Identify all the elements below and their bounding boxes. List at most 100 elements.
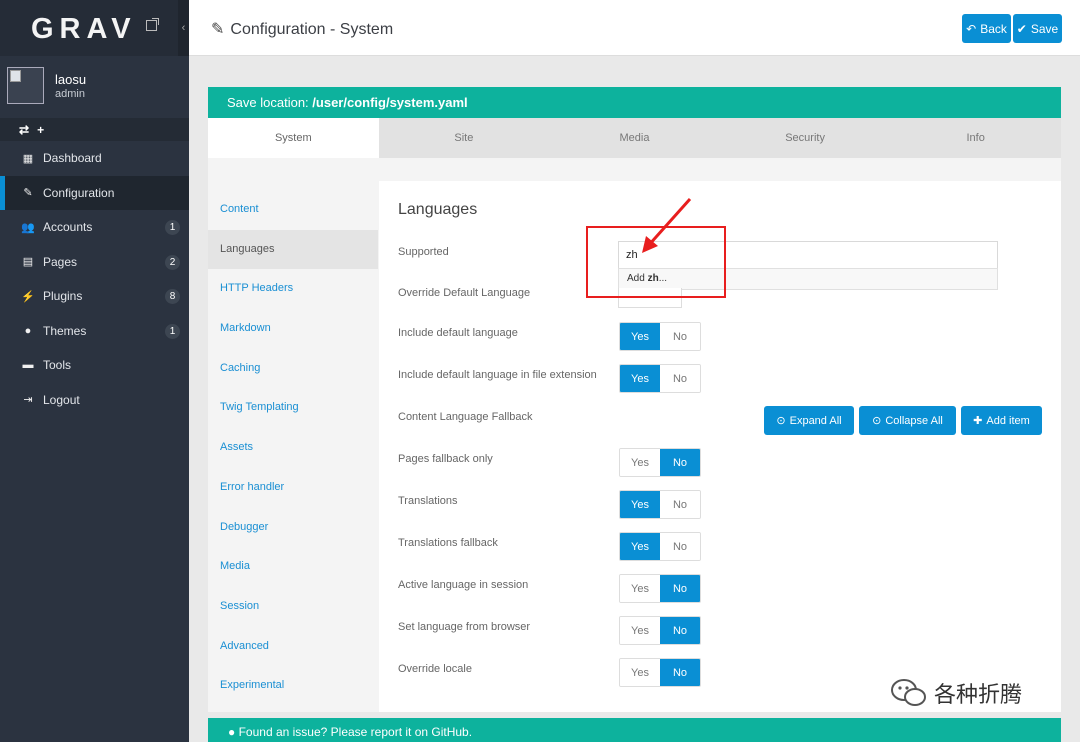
sidebar-item-label: Plugins	[43, 289, 83, 304]
yes-option[interactable]: Yes	[620, 533, 660, 560]
override-locale-toggle: Yes No	[619, 658, 701, 687]
subnav-twig-templating[interactable]: Twig Templating	[208, 388, 378, 428]
subnav-session[interactable]: Session	[208, 587, 378, 627]
subnav-languages[interactable]: Languages	[208, 229, 378, 270]
subnav-content[interactable]: Content	[208, 190, 378, 230]
tab-media[interactable]: Media	[549, 118, 720, 158]
active-language-session-toggle: Yes No	[619, 574, 701, 603]
save-location-prefix: Save location:	[227, 95, 313, 110]
no-option[interactable]: No	[660, 533, 700, 560]
no-option[interactable]: No	[660, 491, 700, 518]
logo-bar: GRAV ‹	[0, 0, 189, 56]
yes-option[interactable]: Yes	[620, 323, 660, 350]
content-language-fallback-label: Content Language Fallback	[398, 411, 533, 423]
add-icon[interactable]: +	[37, 123, 44, 137]
no-option[interactable]: No	[660, 323, 700, 350]
chevron-left-icon: ‹	[181, 22, 186, 34]
sidebar-item-dashboard[interactable]: ▦ Dashboard	[0, 141, 189, 176]
sidebar-item-label: Accounts	[43, 220, 93, 235]
no-option[interactable]: No	[660, 365, 700, 392]
expand-all-button[interactable]: ⊙ Expand All	[764, 406, 854, 435]
grav-logo[interactable]: GRAV	[31, 13, 137, 46]
sidebar-item-label: Logout	[43, 392, 80, 407]
subnav-caching[interactable]: Caching	[208, 349, 378, 389]
add-item-button[interactable]: ✚ Add item	[961, 406, 1042, 435]
translations-fallback-label: Translations fallback	[398, 537, 498, 549]
sidebar-item-logout[interactable]: ⇥ Logout	[0, 383, 189, 418]
quick-actions: ⇄ +	[0, 118, 189, 141]
sidebar-item-plugins[interactable]: ⚡ Plugins 8	[0, 279, 189, 314]
wrench-icon: ✎	[211, 21, 225, 38]
sidebar-item-label: Themes	[43, 323, 87, 338]
collapse-all-button[interactable]: ⊙ Collapse All	[859, 406, 956, 435]
sidebar-item-pages[interactable]: ▤ Pages 2	[0, 245, 189, 280]
translations-label: Translations	[398, 495, 458, 507]
expand-all-label: Expand All	[789, 414, 842, 427]
external-link-icon[interactable]	[146, 18, 159, 31]
sidebar-item-themes[interactable]: ● Themes 1	[0, 314, 189, 349]
subnav-error-handler[interactable]: Error handler	[208, 468, 378, 508]
active-language-session-label: Active language in session	[398, 579, 529, 591]
sidebar-item-configuration[interactable]: ✎ Configuration	[0, 175, 189, 210]
users-icon: 👥	[21, 221, 35, 234]
no-option[interactable]: No	[660, 449, 700, 476]
translations-toggle: Yes No	[619, 490, 701, 519]
no-option[interactable]: No	[660, 617, 700, 644]
config-tabs: System Site Media Security Info	[208, 118, 1061, 158]
tab-security[interactable]: Security	[720, 118, 891, 158]
plus-icon: ✚	[973, 415, 983, 427]
subnav-debugger[interactable]: Debugger	[208, 508, 378, 548]
pages-fallback-only-toggle: Yes No	[619, 448, 701, 477]
sidebar-item-label: Tools	[43, 358, 72, 373]
save-button[interactable]: ✔ Save	[1013, 14, 1062, 43]
wechat-icon	[891, 679, 926, 706]
tab-info[interactable]: Info	[890, 118, 1061, 158]
yes-option[interactable]: Yes	[620, 617, 660, 644]
avatar[interactable]	[7, 67, 44, 104]
no-option[interactable]: No	[660, 575, 700, 602]
override-locale-label: Override locale	[398, 663, 472, 675]
sync-icon[interactable]: ⇄	[19, 123, 29, 137]
yes-option[interactable]: Yes	[620, 491, 660, 518]
yes-option[interactable]: Yes	[620, 365, 660, 392]
translations-fallback-toggle: Yes No	[619, 532, 701, 561]
footer-bar[interactable]: ● Found an issue? Please report it on Gi…	[208, 718, 1061, 742]
wrench-icon: ✎	[23, 187, 33, 200]
include-default-language-ext-label: Include default language in file extensi…	[398, 369, 597, 381]
annotation-arrow-icon	[642, 198, 692, 253]
sidebar-collapse-toggle[interactable]: ‹	[178, 0, 189, 56]
yes-option[interactable]: Yes	[620, 575, 660, 602]
add-item-label: Add item	[986, 414, 1030, 427]
count-badge: 1	[165, 323, 180, 339]
save-location-bar: Save location: /user/config/system.yaml	[208, 87, 1061, 118]
yes-option[interactable]: Yes	[620, 659, 660, 686]
subnav-advanced[interactable]: Advanced	[208, 627, 378, 667]
sidebar-item-accounts[interactable]: 👥 Accounts 1	[0, 210, 189, 245]
subnav-media[interactable]: Media	[208, 547, 378, 587]
subnav-http-headers[interactable]: HTTP Headers	[208, 269, 378, 309]
language-from-browser-toggle: Yes No	[619, 616, 701, 645]
user-block: laosu admin	[0, 56, 189, 118]
sidebar: GRAV ‹ laosu admin ⇄ + ▦ Dashboard ✎ Con…	[0, 0, 189, 742]
no-option[interactable]: No	[660, 659, 700, 686]
back-button[interactable]: ↶ Back	[962, 14, 1011, 43]
subnav-assets[interactable]: Assets	[208, 428, 378, 468]
dashboard-icon: ▦	[22, 152, 34, 165]
back-label: Back	[980, 21, 1007, 36]
github-icon: ●	[228, 725, 236, 739]
user-name[interactable]: laosu	[55, 72, 86, 87]
yes-option[interactable]: Yes	[620, 449, 660, 476]
footer-text: Found an issue? Please report it on GitH…	[238, 725, 473, 739]
subnav-markdown[interactable]: Markdown	[208, 309, 378, 349]
tab-site[interactable]: Site	[379, 118, 550, 158]
user-role: admin	[55, 88, 85, 100]
system-subnav: Content Languages HTTP Headers Markdown …	[208, 190, 378, 706]
toolbox-icon: ▬	[22, 359, 34, 372]
sidebar-item-tools[interactable]: ▬ Tools	[0, 348, 189, 383]
tab-system[interactable]: System	[208, 118, 379, 158]
subnav-experimental[interactable]: Experimental	[208, 666, 378, 706]
collapse-all-label: Collapse All	[885, 414, 943, 427]
save-label: Save	[1030, 21, 1059, 36]
include-default-language-ext-toggle: Yes No	[619, 364, 701, 393]
sidebar-item-label: Dashboard	[43, 151, 102, 166]
